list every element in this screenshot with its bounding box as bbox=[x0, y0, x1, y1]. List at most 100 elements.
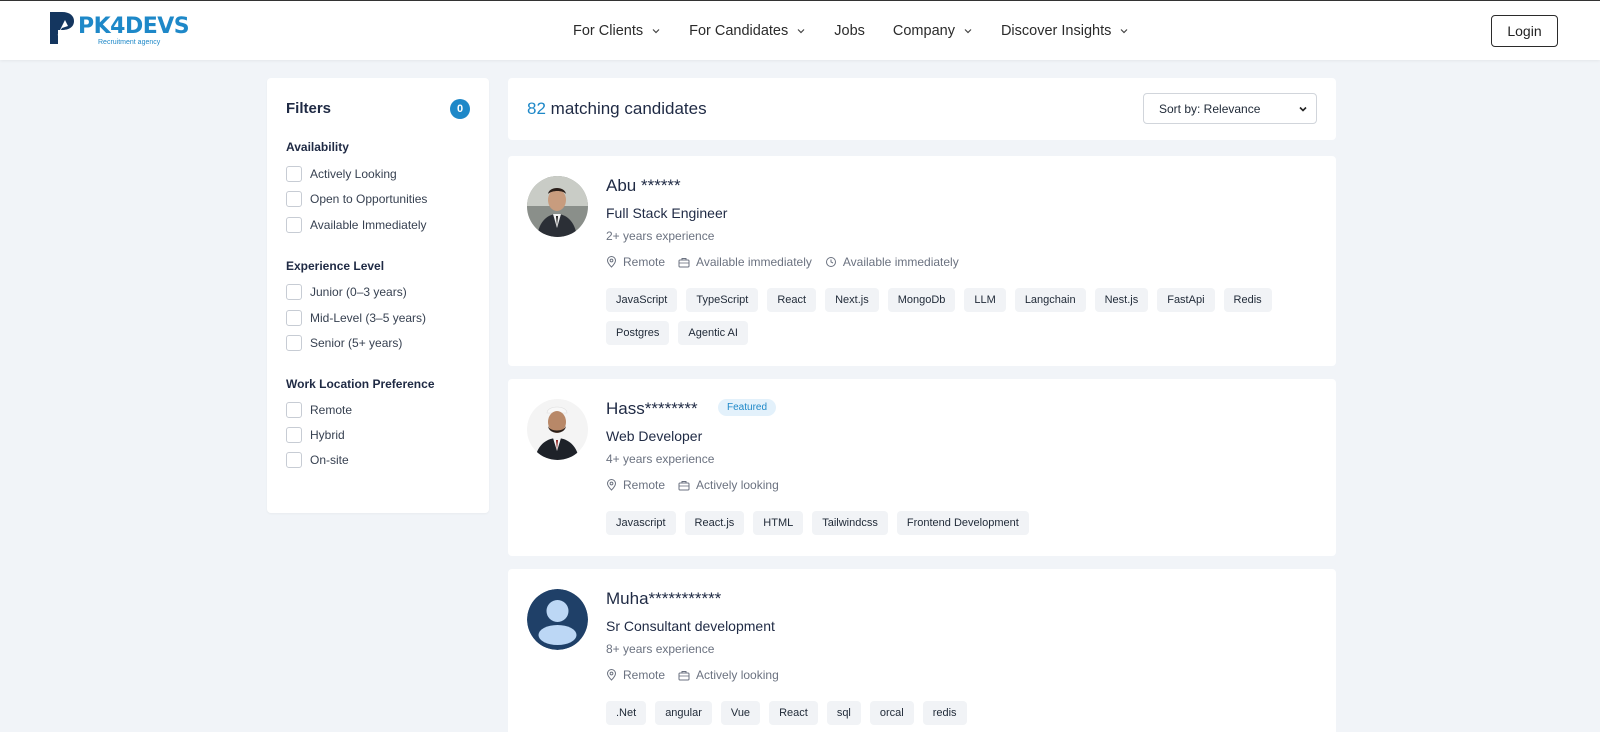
filter-option-label: On-site bbox=[310, 453, 349, 467]
skill-tag: Nest.js bbox=[1094, 288, 1149, 312]
location-item: Remote bbox=[606, 255, 665, 269]
checkbox[interactable] bbox=[286, 166, 302, 182]
skill-tag: Frontend Development bbox=[896, 511, 1029, 535]
filter-group-availability: Availability bbox=[286, 140, 349, 154]
skill-tag: MongoDb bbox=[887, 288, 956, 312]
nav-jobs[interactable]: Jobs bbox=[834, 23, 865, 39]
filters-count-badge: 0 bbox=[450, 99, 470, 119]
skill-tags: JavaScript TypeScript React Next.js Mong… bbox=[606, 288, 1316, 354]
skill-tag: LLM bbox=[964, 288, 1006, 312]
results-count: 82 matching candidates bbox=[527, 99, 707, 119]
candidate-card[interactable]: Muha*********** Sr Consultant developmen… bbox=[508, 569, 1336, 732]
filter-option-on-site[interactable]: On-site bbox=[286, 452, 349, 468]
candidate-role: Web Developer bbox=[606, 428, 703, 444]
filter-option-label: Actively Looking bbox=[310, 167, 397, 181]
candidate-name[interactable]: Abu ****** bbox=[606, 176, 681, 196]
results-number: 82 bbox=[527, 99, 546, 118]
chevron-down-icon bbox=[1120, 29, 1128, 34]
skill-tag: Agentic AI bbox=[678, 321, 748, 345]
briefcase-icon bbox=[678, 480, 690, 490]
filter-option-label: Mid-Level (3–5 years) bbox=[310, 311, 427, 325]
skill-tag: orcal bbox=[869, 701, 914, 725]
chevron-down-icon bbox=[964, 29, 972, 34]
nav-for-clients[interactable]: For Clients bbox=[573, 23, 661, 39]
sort-select[interactable]: Sort by: Relevance bbox=[1143, 93, 1317, 124]
nav-company[interactable]: Company bbox=[893, 23, 973, 39]
skill-tag: HTML bbox=[753, 511, 804, 535]
filter-option-actively-looking[interactable]: Actively Looking bbox=[286, 166, 397, 182]
availability-item: Actively looking bbox=[678, 668, 779, 682]
filter-option-senior[interactable]: Senior (5+ years) bbox=[286, 335, 402, 351]
chevron-down-icon bbox=[797, 29, 805, 34]
skill-tag: React bbox=[769, 701, 818, 725]
map-pin-icon bbox=[606, 669, 617, 681]
map-pin-icon bbox=[606, 256, 617, 268]
checkbox[interactable] bbox=[286, 452, 302, 468]
nav-label: Company bbox=[892, 23, 955, 39]
filter-option-remote[interactable]: Remote bbox=[286, 402, 352, 418]
candidate-role: Full Stack Engineer bbox=[606, 205, 728, 221]
candidate-meta: Remote Available immediately Available i… bbox=[606, 255, 972, 269]
checkbox[interactable] bbox=[286, 191, 302, 207]
candidate-experience: 4+ years experience bbox=[606, 452, 715, 466]
site-header: PK4DEVS Recruitment agency For Clients F… bbox=[0, 0, 1600, 60]
filter-option-junior[interactable]: Junior (0–3 years) bbox=[286, 284, 407, 300]
checkbox[interactable] bbox=[286, 427, 302, 443]
clock-icon bbox=[825, 257, 836, 267]
candidate-card[interactable]: Abu ****** Full Stack Engineer 2+ years … bbox=[508, 156, 1336, 366]
avatar bbox=[527, 176, 588, 237]
featured-badge: Featured bbox=[718, 399, 777, 416]
filter-option-open-to-opportunities[interactable]: Open to Opportunities bbox=[286, 191, 427, 207]
skill-tag: sql bbox=[826, 701, 861, 725]
checkbox[interactable] bbox=[286, 217, 302, 233]
skill-tag: Postgres bbox=[606, 321, 670, 345]
skill-tag: React bbox=[767, 288, 817, 312]
filter-option-label: Senior (5+ years) bbox=[310, 336, 403, 350]
filter-option-label: Available Immediately bbox=[310, 218, 427, 232]
nav-label: For Clients bbox=[573, 23, 644, 39]
filters-title: Filters bbox=[286, 100, 332, 117]
nav-label: Discover Insights bbox=[1000, 23, 1112, 39]
availability-item: Actively looking bbox=[678, 478, 779, 492]
checkbox[interactable] bbox=[286, 335, 302, 351]
results-header: 82 matching candidates Sort by: Relevanc… bbox=[508, 78, 1336, 140]
nav-discover-insights[interactable]: Discover Insights bbox=[1001, 23, 1129, 39]
login-button[interactable]: Login bbox=[1491, 15, 1558, 47]
candidate-role: Sr Consultant development bbox=[606, 618, 775, 634]
filter-option-hybrid[interactable]: Hybrid bbox=[286, 427, 345, 443]
default-user-icon bbox=[527, 589, 588, 650]
candidate-name[interactable]: Hass******** bbox=[606, 399, 698, 419]
logo-text: PK4DEVS bbox=[78, 14, 190, 39]
availability-text: Available immediately bbox=[696, 255, 812, 269]
skill-tag: Tailwindcss bbox=[812, 511, 888, 535]
nav-label: For Candidates bbox=[689, 23, 789, 39]
skill-tag: angular bbox=[655, 701, 712, 725]
avatar bbox=[527, 589, 588, 650]
map-pin-icon bbox=[606, 479, 617, 491]
skill-tag: Next.js bbox=[825, 288, 879, 312]
candidate-photo bbox=[527, 399, 588, 460]
candidate-name[interactable]: Muha*********** bbox=[606, 589, 721, 609]
availability-text: Actively looking bbox=[696, 668, 779, 682]
location-text: Remote bbox=[623, 255, 666, 269]
skill-tag: .Net bbox=[606, 701, 647, 725]
nav-for-candidates[interactable]: For Candidates bbox=[689, 23, 806, 39]
filter-option-label: Junior (0–3 years) bbox=[310, 285, 407, 299]
chevron-down-icon bbox=[652, 29, 660, 34]
logo[interactable]: PK4DEVS Recruitment agency bbox=[48, 10, 190, 50]
filter-option-mid-level[interactable]: Mid-Level (3–5 years) bbox=[286, 310, 426, 326]
skill-tag: FastApi bbox=[1157, 288, 1215, 312]
candidate-experience: 8+ years experience bbox=[606, 642, 715, 656]
skill-tag: Javascript bbox=[606, 511, 676, 535]
skill-tags: Javascript React.js HTML Tailwindcss Fro… bbox=[606, 511, 1316, 544]
checkbox[interactable] bbox=[286, 284, 302, 300]
candidate-meta: Remote Actively looking bbox=[606, 478, 792, 492]
filter-option-available-immediately[interactable]: Available Immediately bbox=[286, 217, 427, 233]
checkbox[interactable] bbox=[286, 310, 302, 326]
chevron-down-icon bbox=[1299, 106, 1307, 112]
availability-status-text: Available immediately bbox=[842, 255, 959, 269]
checkbox[interactable] bbox=[286, 402, 302, 418]
skill-tag: Langchain bbox=[1014, 288, 1086, 312]
candidate-card[interactable]: Hass******** Featured Web Developer 4+ y… bbox=[508, 379, 1336, 556]
sort-value: Sort by: Relevance bbox=[1159, 101, 1261, 116]
